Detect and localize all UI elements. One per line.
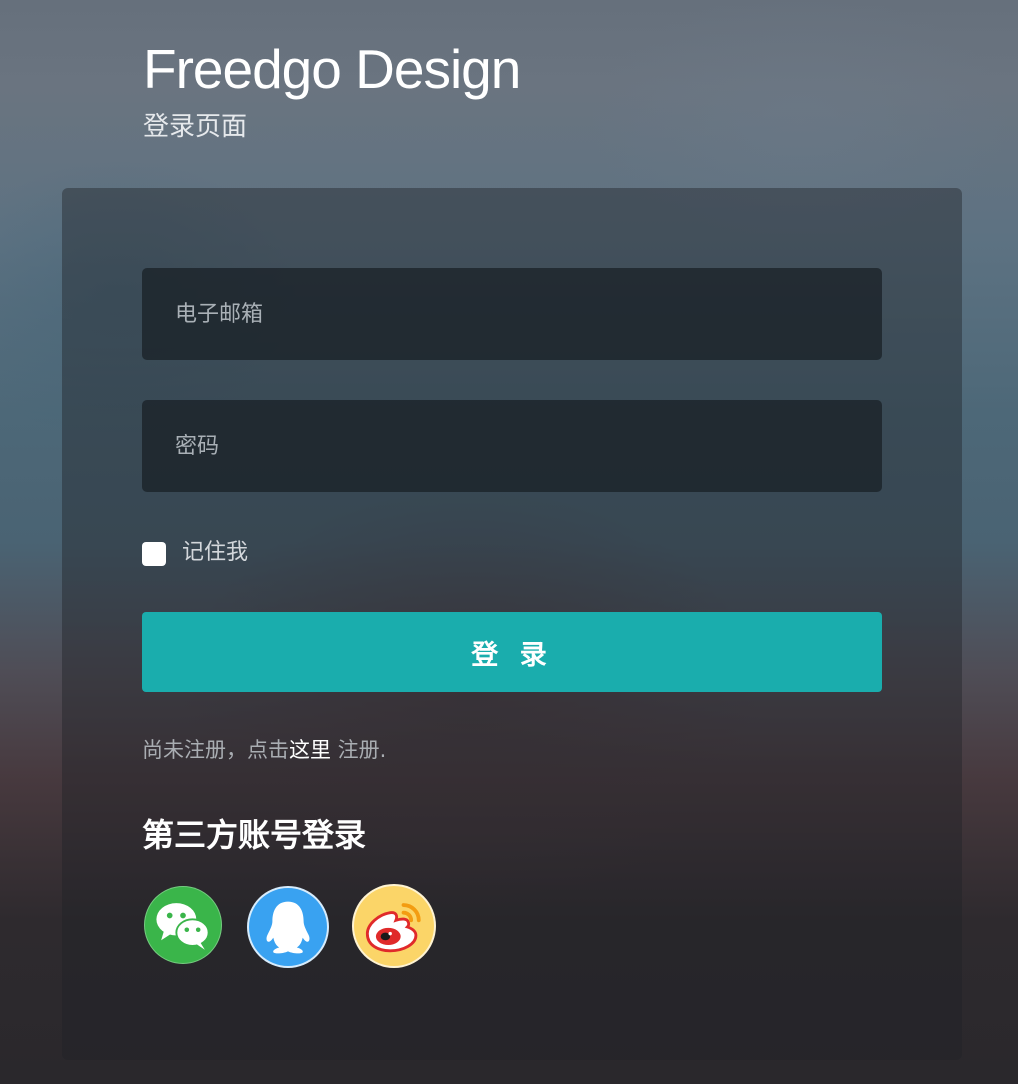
remember-label: 记住我 (182, 540, 249, 565)
page-subtitle: 登录页面 (143, 112, 248, 142)
brand-title: Freedgo Design (143, 38, 521, 100)
weibo-icon (365, 903, 421, 953)
remember-me[interactable]: 记住我 (142, 534, 248, 566)
email-input[interactable] (142, 268, 882, 360)
password-input[interactable] (142, 400, 882, 492)
wechat-login-button[interactable] (144, 886, 222, 964)
register-link[interactable]: 这里 (289, 738, 331, 762)
wechat-icon (156, 903, 210, 950)
login-button[interactable]: 登 录 (142, 612, 882, 692)
register-suffix: 注册. (331, 738, 387, 762)
qq-login-button[interactable] (247, 886, 329, 968)
register-prefix: 尚未注册，点击 (142, 738, 289, 762)
weibo-login-button[interactable] (352, 884, 436, 968)
login-panel: 记住我 登 录 尚未注册，点击这里 注册. 第三方账号登录 (62, 188, 962, 1060)
qq-icon (266, 901, 310, 954)
brand-header: Freedgo Design 登录页面 (143, 38, 521, 142)
third-party-title: 第三方账号登录 (142, 816, 367, 854)
social-login-list (142, 884, 442, 970)
remember-checkbox[interactable] (142, 542, 166, 566)
register-prompt: 尚未注册，点击这里 注册. (142, 734, 386, 764)
